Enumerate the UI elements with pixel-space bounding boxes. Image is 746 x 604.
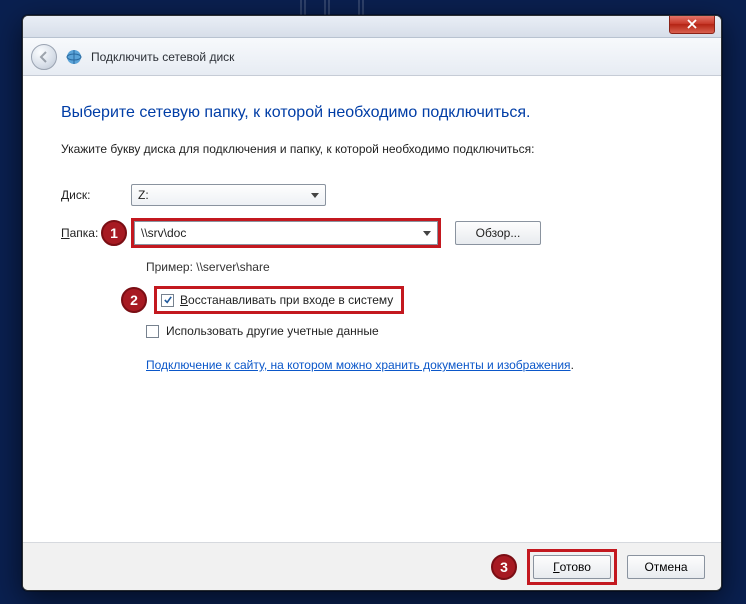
reconnect-highlight: Восстанавливать при входе в систему [154, 286, 404, 314]
browse-button[interactable]: Обзор... [455, 221, 541, 245]
reconnect-checkbox[interactable] [161, 294, 174, 307]
finish-highlight: Готово [527, 549, 617, 585]
header-bar: Подключить сетевой диск [23, 38, 721, 76]
back-button[interactable] [31, 44, 57, 70]
cancel-button[interactable]: Отмена [627, 555, 705, 579]
other-credentials-label: Использовать другие учетные данные [166, 324, 379, 338]
connect-website-link[interactable]: Подключение к сайту, на котором можно хр… [146, 358, 571, 372]
finish-button[interactable]: Готово [533, 555, 611, 579]
map-network-drive-dialog: Подключить сетевой диск Выберите сетевую… [22, 15, 722, 591]
annotation-badge-1: 1 [101, 220, 127, 246]
content-area: Выберите сетевую папку, к которой необхо… [23, 76, 721, 382]
page-heading: Выберите сетевую папку, к которой необхо… [61, 104, 683, 122]
annotation-badge-3: 3 [491, 554, 517, 580]
folder-input-highlight: \\srv\doc [131, 218, 441, 248]
other-credentials-checkbox[interactable] [146, 325, 159, 338]
chevron-down-icon [423, 231, 431, 236]
annotation-badge-2: 2 [121, 287, 147, 313]
network-drive-icon [65, 48, 83, 66]
folder-example: Пример: \\server\share [146, 260, 683, 274]
close-icon [687, 19, 697, 29]
page-subheading: Укажите букву диска для подключения и па… [61, 142, 683, 156]
drive-select-value: Z: [138, 188, 149, 202]
titlebar [23, 16, 721, 38]
drive-label: Диск: [61, 188, 131, 202]
arrow-left-icon [38, 51, 50, 63]
chevron-down-icon [311, 193, 319, 198]
close-button[interactable] [669, 15, 715, 34]
footer-bar: 3 Готово Отмена [23, 542, 721, 590]
reconnect-label: Восстанавливать при входе в систему [180, 293, 393, 307]
window-title: Подключить сетевой диск [91, 50, 234, 64]
drive-select[interactable]: Z: [131, 184, 326, 206]
folder-input-value: \\srv\doc [141, 226, 186, 240]
folder-combobox[interactable]: \\srv\doc [134, 221, 438, 245]
